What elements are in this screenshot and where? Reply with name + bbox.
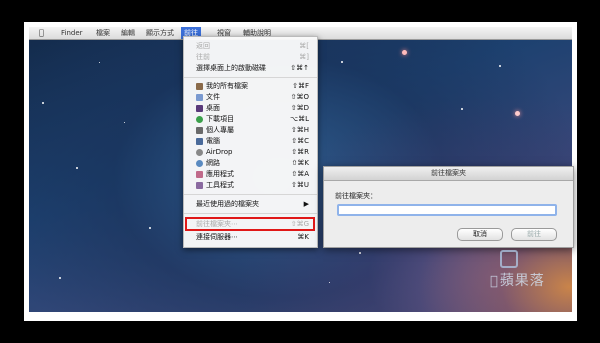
go-to-folder-dialog: 前往檔案夾 前往檔案夾： 取消 前往 (323, 166, 574, 248)
computer-icon (196, 138, 203, 145)
menu-item-label: 個人專屬 (206, 126, 234, 134)
go-button[interactable]: 前往 (511, 228, 557, 241)
shortcut: ⇧⌘C (291, 137, 309, 145)
menu-item-downloads[interactable]: 下載項目 ⌥⌘L (184, 114, 317, 125)
shortcut: ⇧⌘O (290, 93, 309, 101)
menu-item-label: 連接伺服器⋯ (196, 233, 238, 241)
all-files-icon (196, 83, 203, 90)
menu-item-label: 桌面 (206, 104, 220, 112)
shortcut: ⇧⌘A (291, 170, 309, 178)
menu-item-computer[interactable]: 電腦 ⇧⌘C (184, 136, 317, 147)
shortcut: ⇧⌘H (290, 126, 309, 134)
menu-item-label: 文件 (206, 93, 220, 101)
shortcut: ⇧⌘D (290, 104, 309, 112)
menu-separator (184, 213, 317, 214)
menu-item-label: 最近使用過的檔案夾 (196, 200, 259, 208)
menu-item-back[interactable]: 返回 ⌘[ (184, 41, 317, 52)
menu-item-all-files[interactable]: 我的所有檔案 ⇧⌘F (184, 81, 317, 92)
shortcut: ⌘] (299, 53, 309, 61)
menu-item-recent-folders[interactable]: 最近使用過的檔案夾 ▶ (184, 199, 317, 210)
menu-item-label: 工具程式 (206, 181, 234, 189)
airdrop-icon (196, 149, 203, 156)
watermark: 蘋果落 (490, 250, 545, 290)
documents-icon (196, 94, 203, 101)
shortcut: ⇧⌘F (292, 82, 309, 90)
menu-item-startup-disk[interactable]: 選擇桌面上的啟動磁碟 ⇧⌘↑ (184, 63, 317, 74)
menu-item-label: 網路 (206, 159, 220, 167)
cancel-button[interactable]: 取消 (457, 228, 503, 241)
shortcut: ⇧⌘R (291, 148, 309, 156)
menu-item-label: 電腦 (206, 137, 220, 145)
shortcut: ⌥⌘L (290, 115, 309, 123)
shortcut: ⇧⌘K (291, 159, 309, 167)
shortcut: ⌘K (297, 233, 309, 241)
menu-finder[interactable]: Finder (61, 27, 83, 39)
menu-item-label: 應用程式 (206, 170, 234, 178)
menu-item-desktop[interactable]: 桌面 ⇧⌘D (184, 103, 317, 114)
menu-item-label: 往前 (196, 53, 210, 61)
apple-icon[interactable]:  (39, 27, 44, 39)
utilities-icon (196, 182, 203, 189)
menu-item-label: 我的所有檔案 (206, 82, 248, 90)
menu-view[interactable]: 顯示方式 (146, 27, 174, 39)
downloads-icon (196, 116, 203, 123)
shortcut: ⌘[ (299, 42, 309, 50)
menu-item-utilities[interactable]: 工具程式 ⇧⌘U (184, 180, 317, 191)
menu-item-connect-server[interactable]: 連接伺服器⋯ ⌘K (184, 232, 317, 243)
home-icon (196, 127, 203, 134)
apple-logo-icon:  (490, 274, 499, 289)
shortcut: ⇧⌘U (291, 181, 309, 189)
menu-item-forward[interactable]: 往前 ⌘] (184, 52, 317, 63)
menu-item-documents[interactable]: 文件 ⇧⌘O (184, 92, 317, 103)
watermark-logo-icon (500, 250, 518, 268)
desktop-icon (196, 105, 203, 112)
menu-item-applications[interactable]: 應用程式 ⇧⌘A (184, 169, 317, 180)
menu-file[interactable]: 檔案 (96, 27, 110, 39)
menu-item-label: 選擇桌面上的啟動磁碟 (196, 64, 266, 72)
dialog-field-label: 前往檔案夾： (335, 192, 377, 200)
submenu-arrow-icon: ▶ (303, 200, 309, 208)
applications-icon (196, 171, 203, 178)
watermark-text: 蘋果落 (491, 273, 544, 289)
menu-separator (184, 77, 317, 78)
highlight-box (185, 217, 315, 231)
menu-separator (184, 194, 317, 195)
network-icon (196, 160, 203, 167)
folder-path-input[interactable] (337, 204, 557, 216)
menu-item-home[interactable]: 個人專屬 ⇧⌘H (184, 125, 317, 136)
menu-edit[interactable]: 編輯 (121, 27, 135, 39)
dialog-title: 前往檔案夾 (324, 167, 573, 181)
menu-item-airdrop[interactable]: AirDrop ⇧⌘R (184, 147, 317, 158)
menu-item-network[interactable]: 網路 ⇧⌘K (184, 158, 317, 169)
menu-item-label: 返回 (196, 42, 210, 50)
menu-item-label: AirDrop (206, 148, 233, 156)
menu-item-label: 下載項目 (206, 115, 234, 123)
shortcut: ⇧⌘↑ (290, 64, 309, 72)
